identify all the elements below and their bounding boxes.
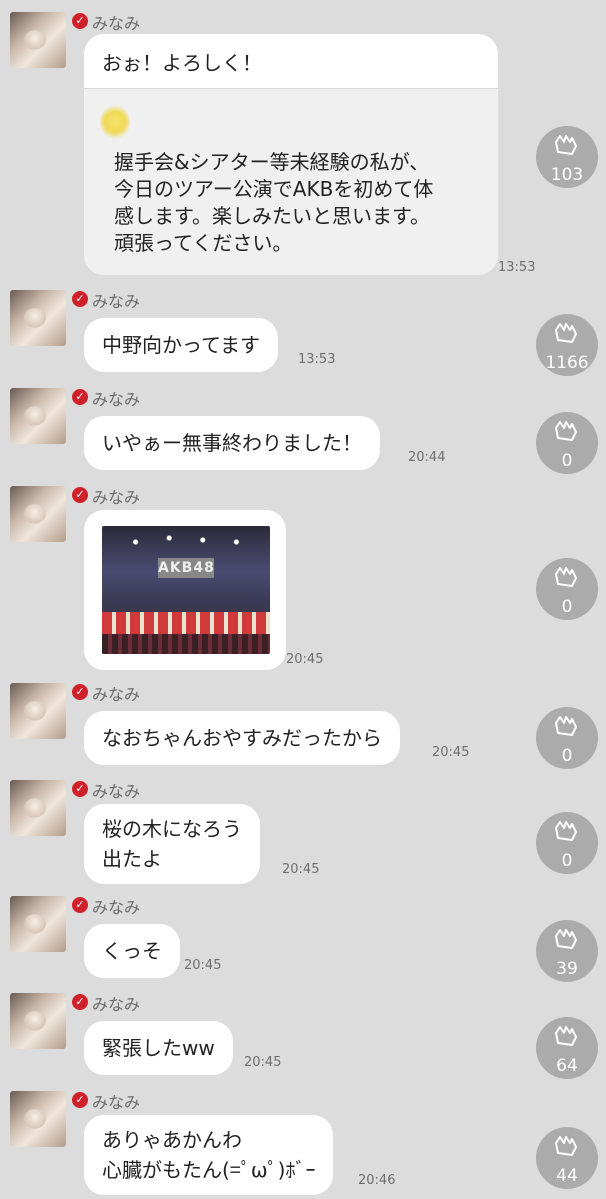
clap-button[interactable]: 1166 bbox=[536, 314, 598, 376]
clap-count: 64 bbox=[556, 1056, 578, 1076]
quote-line: 頑張ってください。 bbox=[114, 231, 293, 255]
message-text: おぉ！よろしく！ bbox=[102, 51, 262, 75]
message-bubble[interactable]: 緊張したww bbox=[84, 1021, 233, 1075]
message-line: 出たよ bbox=[102, 847, 162, 871]
message-bubble[interactable]: なおちゃんおやすみだったから bbox=[84, 711, 400, 765]
clapping-hands-icon bbox=[555, 1136, 577, 1156]
avatar[interactable] bbox=[10, 1091, 66, 1147]
clap-count: 1166 bbox=[545, 353, 589, 373]
sender-name: みなみ bbox=[92, 898, 141, 917]
message-bubble[interactable]: いやぁー無事終わりました！ bbox=[84, 416, 380, 470]
sender-name: みなみ bbox=[92, 995, 141, 1014]
avatar[interactable] bbox=[10, 780, 66, 836]
message-bubble[interactable]: おぉ！よろしく！ 握手会&シアター等未経験の私が、 今日のツアー公演でAKBを初… bbox=[84, 34, 498, 275]
avatar[interactable] bbox=[10, 290, 66, 346]
message-bubble[interactable]: ありゃあかんわ 心臓がもたん(=ﾟωﾟ)ﾎﾞｰ bbox=[84, 1115, 334, 1195]
clap-count: 0 bbox=[561, 451, 573, 471]
timestamp: 20:45 bbox=[282, 862, 320, 877]
clap-button[interactable]: 39 bbox=[536, 920, 598, 982]
concert-photo[interactable]: AKB48 bbox=[102, 526, 270, 654]
sender-name: みなみ bbox=[92, 1093, 141, 1112]
clapping-hands-icon bbox=[555, 716, 577, 736]
timestamp: 20:45 bbox=[432, 745, 470, 760]
message-bubble[interactable]: くっそ bbox=[84, 924, 180, 978]
clap-button[interactable]: 44 bbox=[536, 1127, 598, 1189]
verified-check-icon: ✓ bbox=[72, 389, 88, 405]
avatar[interactable] bbox=[10, 683, 66, 739]
clap-button[interactable]: 103 bbox=[536, 126, 598, 188]
timestamp: 13:53 bbox=[498, 260, 536, 275]
sender-name: みなみ bbox=[92, 685, 141, 704]
clap-button[interactable]: 0 bbox=[536, 412, 598, 474]
photo-crowd bbox=[102, 634, 270, 654]
clap-button[interactable]: 64 bbox=[536, 1017, 598, 1079]
quoted-message: 握手会&シアター等未経験の私が、 今日のツアー公演でAKBを初めて体 感します。… bbox=[84, 88, 498, 275]
sender-name: みなみ bbox=[92, 782, 141, 801]
verified-check-icon: ✓ bbox=[72, 487, 88, 503]
clapping-hands-icon bbox=[555, 821, 577, 841]
sender-name: みなみ bbox=[92, 488, 141, 507]
clap-count: 103 bbox=[550, 165, 584, 185]
avatar[interactable] bbox=[10, 896, 66, 952]
sender-name: みなみ bbox=[92, 390, 141, 409]
clapping-hands-icon bbox=[555, 135, 577, 155]
message-bubble[interactable]: 中野向かってます bbox=[84, 318, 278, 372]
clapping-hands-icon bbox=[555, 1026, 577, 1046]
clapping-hands-icon bbox=[555, 421, 577, 441]
verified-check-icon: ✓ bbox=[72, 13, 88, 29]
quote-line: 握手会&シアター等未経験の私が、 bbox=[114, 150, 430, 174]
clap-count: 0 bbox=[561, 851, 573, 871]
clap-count: 0 bbox=[561, 597, 573, 617]
clapping-hands-icon bbox=[555, 929, 577, 949]
verified-check-icon: ✓ bbox=[72, 1092, 88, 1108]
clap-count: 44 bbox=[556, 1166, 578, 1186]
photo-banner bbox=[102, 612, 270, 634]
quote-line: 感します。楽しみたいと思います。 bbox=[114, 204, 430, 228]
verified-check-icon: ✓ bbox=[72, 994, 88, 1010]
timestamp: 20:46 bbox=[358, 1173, 396, 1188]
photo-bubble[interactable]: AKB48 bbox=[84, 510, 286, 670]
quote-line: 今日のツアー公演でAKBを初めて体 bbox=[114, 177, 434, 201]
photo-stage-sign: AKB48 bbox=[158, 558, 215, 578]
clap-count: 0 bbox=[561, 746, 573, 766]
clap-button[interactable]: 0 bbox=[536, 707, 598, 769]
timestamp: 20:45 bbox=[244, 1055, 282, 1070]
sender-name: みなみ bbox=[92, 14, 141, 33]
message-line: 桜の木になろう bbox=[102, 817, 242, 841]
avatar[interactable] bbox=[10, 486, 66, 542]
avatar[interactable] bbox=[10, 388, 66, 444]
timestamp: 20:44 bbox=[408, 450, 446, 465]
sticker-icon bbox=[100, 105, 130, 139]
verified-check-icon: ✓ bbox=[72, 781, 88, 797]
clap-count: 39 bbox=[556, 959, 578, 979]
clap-button[interactable]: 0 bbox=[536, 558, 598, 620]
verified-check-icon: ✓ bbox=[72, 897, 88, 913]
message-bubble[interactable]: 桜の木になろう 出たよ bbox=[84, 804, 260, 884]
clapping-hands-icon bbox=[555, 567, 577, 587]
clap-button[interactable]: 0 bbox=[536, 812, 598, 874]
verified-check-icon: ✓ bbox=[72, 291, 88, 307]
avatar[interactable] bbox=[10, 12, 66, 68]
timestamp: 20:45 bbox=[286, 652, 324, 667]
sender-name: みなみ bbox=[92, 292, 141, 311]
timestamp: 13:53 bbox=[298, 352, 336, 367]
clapping-hands-icon bbox=[555, 323, 577, 343]
timestamp: 20:45 bbox=[184, 958, 222, 973]
verified-check-icon: ✓ bbox=[72, 684, 88, 700]
message-line: ありゃあかんわ bbox=[102, 1128, 242, 1152]
avatar[interactable] bbox=[10, 993, 66, 1049]
message-line: 心臓がもたん(=ﾟωﾟ)ﾎﾞｰ bbox=[102, 1158, 316, 1182]
